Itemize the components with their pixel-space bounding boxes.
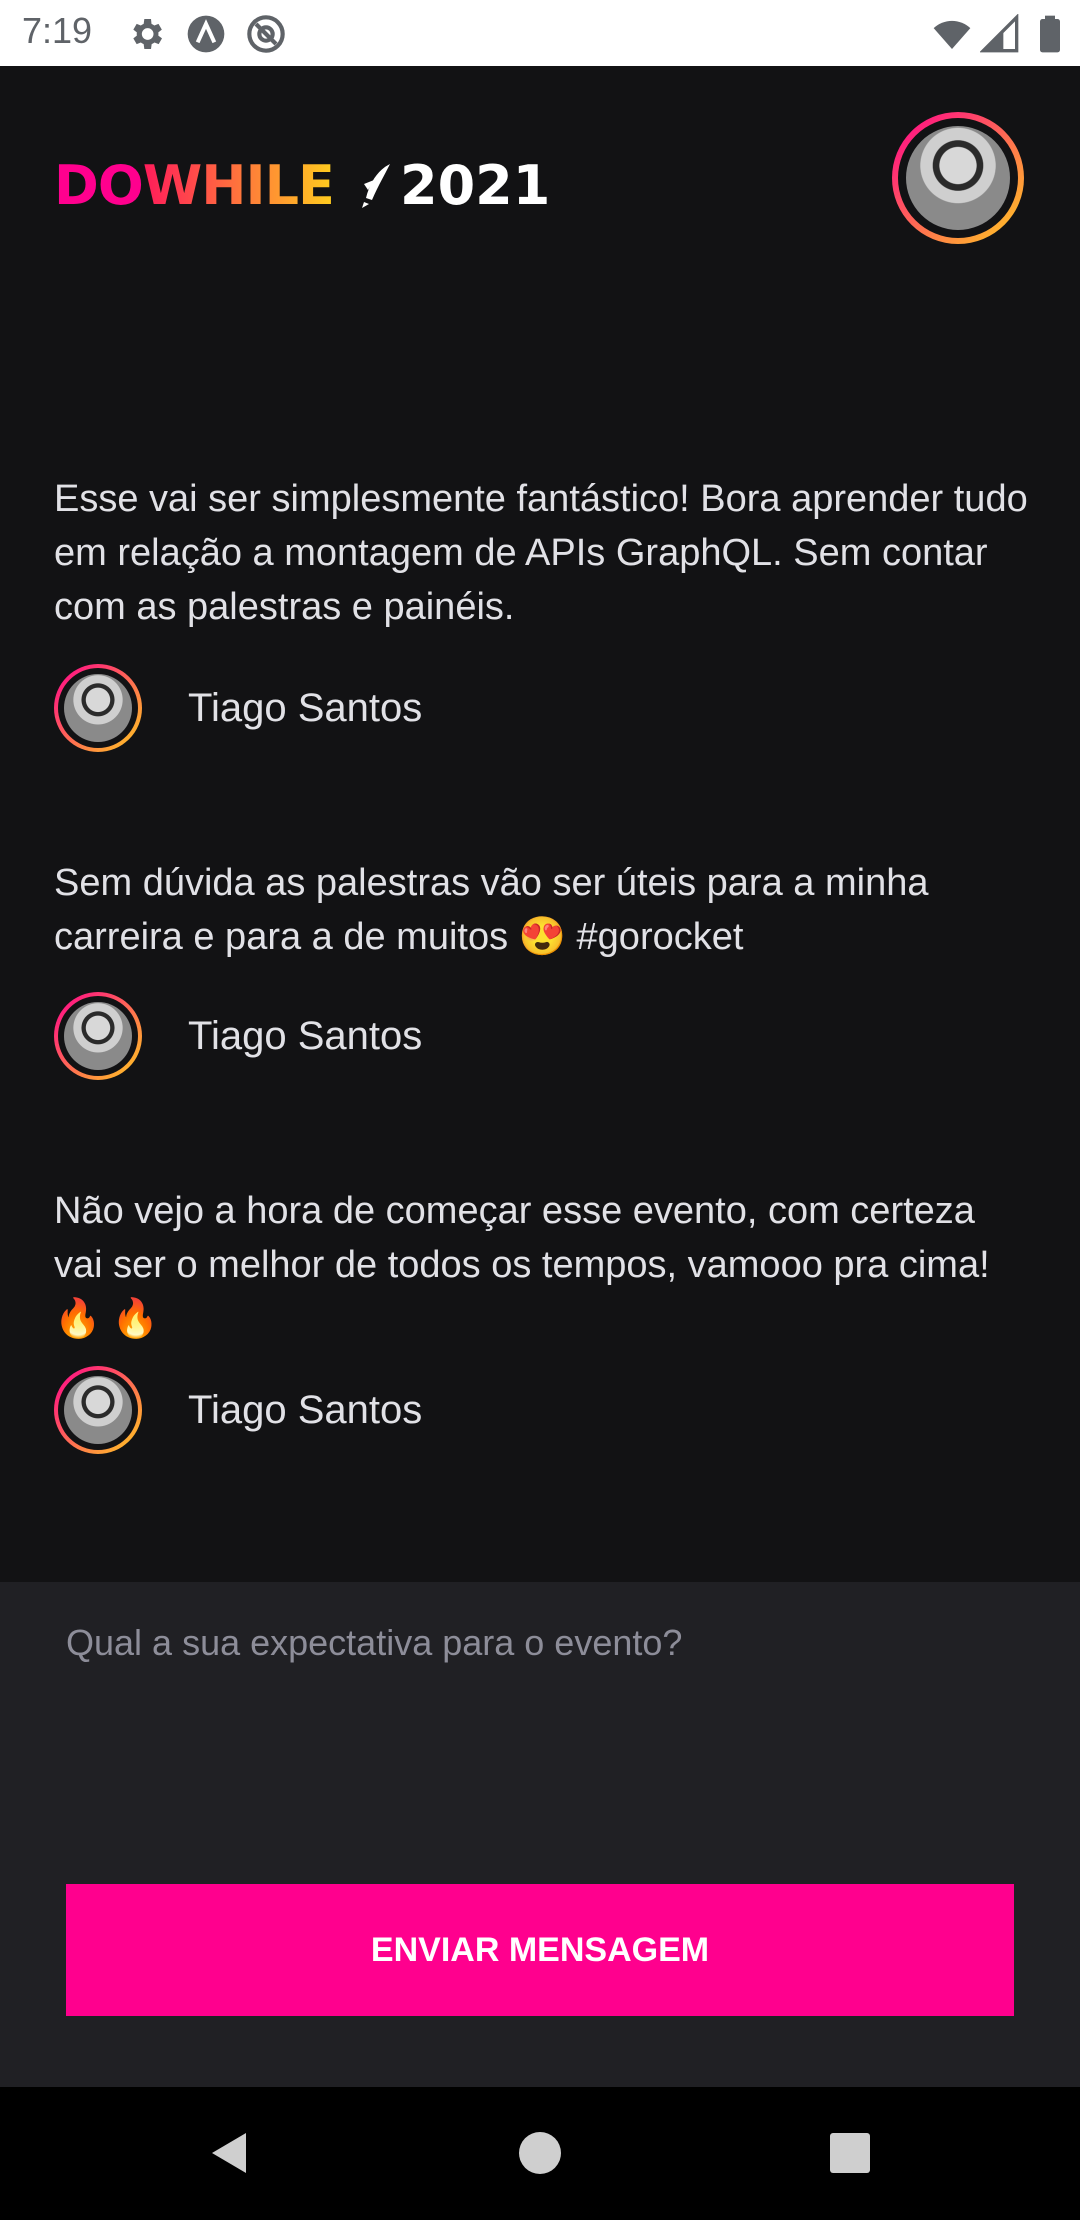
status-bar: 7:19 xyxy=(0,0,1080,66)
author-name: Tiago Santos xyxy=(188,1014,423,1058)
message-item: Não vejo a hora de começar esse evento, … xyxy=(54,1184,1034,1454)
logo-year: 2021 xyxy=(400,154,551,217)
author-avatar xyxy=(54,1366,142,1454)
rocket-icon xyxy=(362,164,390,208)
dowhile-logo: DOWHILE 2021 xyxy=(54,156,554,216)
battery-icon xyxy=(1040,15,1060,53)
app-a-icon xyxy=(187,15,225,53)
logo-wordmark: DOWHILE xyxy=(54,154,335,217)
status-time: 7:19 xyxy=(22,10,93,51)
app-screen: DOWHILE 2021 Esse vai ser simplesmente f… xyxy=(0,66,1080,2087)
message-text: Esse vai ser simplesmente fantástico! Bo… xyxy=(54,478,1028,628)
message-text: Não vejo a hora de começar esse evento, … xyxy=(54,1190,990,1340)
cell-signal-icon xyxy=(980,14,1019,53)
author-name: Tiago Santos xyxy=(188,1388,423,1432)
author-name: Tiago Santos xyxy=(188,686,423,730)
avatar xyxy=(906,126,1010,230)
home-icon[interactable] xyxy=(514,2127,566,2179)
wifi-icon xyxy=(933,20,971,49)
back-icon[interactable] xyxy=(204,2127,256,2179)
message-text: Sem dúvida as palestras vão ser úteis pa… xyxy=(54,862,929,958)
message-item: Sem dúvida as palestras vão ser úteis pa… xyxy=(54,856,1034,1080)
recents-icon[interactable] xyxy=(824,2127,876,2179)
author-avatar xyxy=(54,992,142,1080)
message-input[interactable] xyxy=(66,1622,1016,1902)
send-message-button[interactable]: ENVIAR MENSAGEM xyxy=(66,1884,1014,2016)
author-avatar xyxy=(54,664,142,752)
at-icon xyxy=(247,15,285,53)
message-item: Esse vai ser simplesmente fantástico! Bo… xyxy=(54,472,1034,752)
message-composer: ENVIAR MENSAGEM xyxy=(0,1582,1080,2087)
navigation-bar xyxy=(0,2087,1080,2220)
gear-icon xyxy=(133,19,162,49)
profile-avatar[interactable] xyxy=(892,112,1024,244)
